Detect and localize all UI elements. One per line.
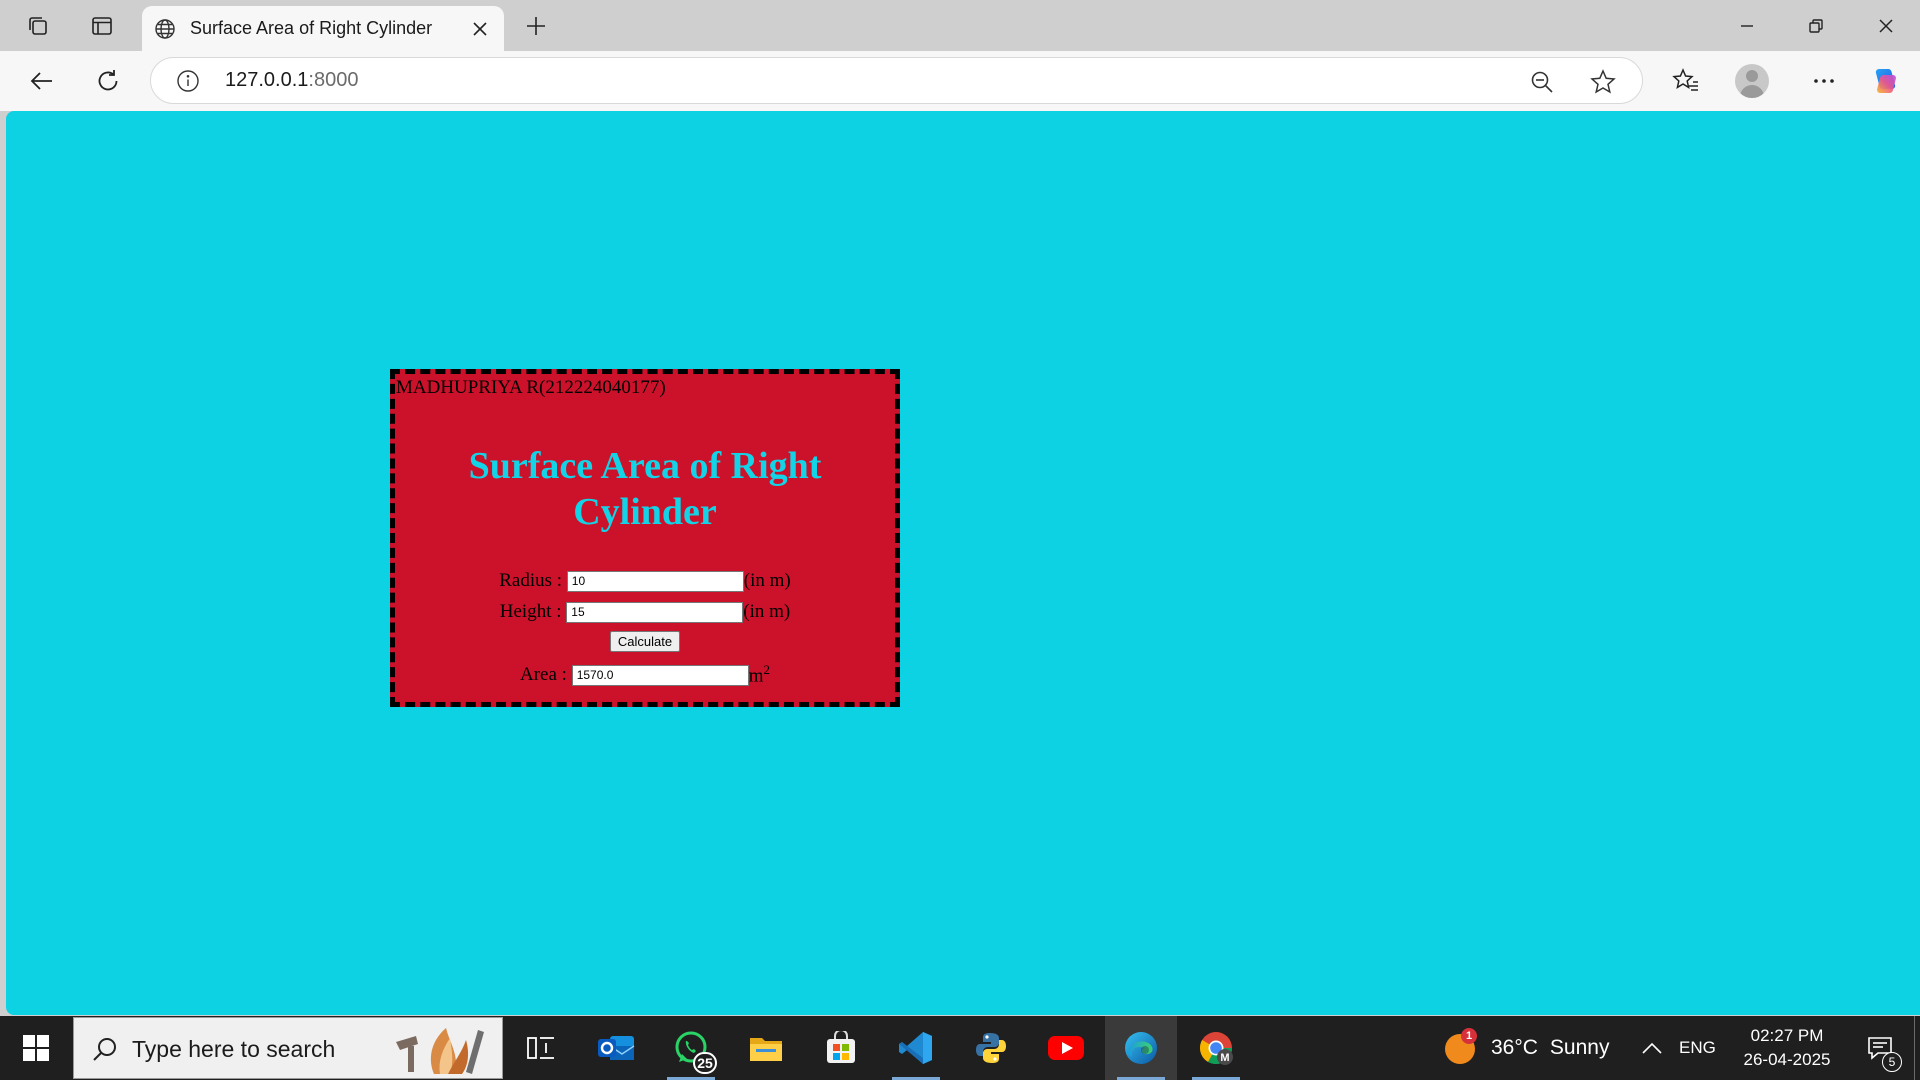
task-view-button[interactable]: [505, 1016, 577, 1080]
ellipsis-icon: [1814, 79, 1834, 83]
clock-time: 02:27 PM: [1750, 1026, 1824, 1045]
taskbar-youtube[interactable]: [1030, 1016, 1102, 1080]
star-icon[interactable]: [1588, 67, 1618, 97]
whatsapp-badge: 25: [693, 1052, 717, 1074]
calculator-card: MADHUPRIYA R(212224040177) Surface Area …: [390, 369, 900, 707]
area-row: Area : m2: [395, 662, 895, 687]
browser-toolbar: 127.0.0.1:8000: [0, 51, 1920, 111]
weather-widget[interactable]: 1 36°C Sunny: [1445, 1016, 1609, 1080]
site-info-icon[interactable]: [175, 68, 201, 94]
area-unit-exponent: 2: [763, 662, 770, 678]
start-button[interactable]: [0, 1016, 72, 1080]
window-close-button[interactable]: [1852, 0, 1920, 51]
tab-active[interactable]: Surface Area of Right Cylinder: [142, 6, 504, 51]
tab-close-button[interactable]: [466, 15, 494, 43]
area-output[interactable]: [571, 664, 749, 686]
edge-icon: [1125, 1032, 1157, 1064]
show-desktop-button[interactable]: [1914, 1016, 1920, 1080]
language-indicator[interactable]: ENG: [1679, 1016, 1716, 1080]
weather-temperature: 36°C: [1491, 1036, 1538, 1059]
folder-icon: [750, 1038, 782, 1061]
windows-taskbar: Type here to search 25 M 1 36°C Sunny EN…: [0, 1016, 1920, 1080]
tab-actions-button[interactable]: [82, 8, 122, 44]
tab-actions-icon: [92, 17, 112, 35]
plus-icon: [527, 17, 545, 35]
restore-button[interactable]: [1782, 0, 1850, 51]
taskbar-whatsapp[interactable]: 25: [655, 1016, 727, 1080]
restore-icon: [1809, 18, 1823, 33]
python-icon: [976, 1033, 1006, 1063]
calculate-row: Calculate: [395, 629, 895, 653]
address-bar[interactable]: 127.0.0.1:8000: [150, 57, 1643, 104]
new-tab-button[interactable]: [516, 8, 556, 44]
minimize-button[interactable]: [1713, 0, 1781, 51]
globe-icon: [152, 16, 178, 42]
taskbar-search-box[interactable]: Type here to search: [73, 1017, 503, 1079]
copilot-button[interactable]: [1866, 61, 1906, 101]
task-view-icon: [527, 1037, 554, 1059]
reload-button[interactable]: [88, 61, 128, 101]
weather-condition: Sunny: [1549, 1036, 1610, 1059]
search-placeholder: Type here to search: [132, 1036, 336, 1062]
show-hidden-icons-button[interactable]: [1641, 1016, 1663, 1080]
store-icon: [827, 1031, 855, 1063]
tab-title: Surface Area of Right Cylinder: [190, 18, 433, 38]
search-highlight-art-icon: [396, 1028, 484, 1074]
taskbar-outlook[interactable]: [580, 1016, 652, 1080]
profile-avatar[interactable]: [1735, 64, 1769, 98]
clock-date: 26-04-2025: [1743, 1050, 1831, 1069]
language-text: ENG: [1679, 1038, 1716, 1057]
calculate-button[interactable]: Calculate: [609, 630, 681, 652]
notification-center-button[interactable]: 5: [1854, 1016, 1906, 1080]
windows-logo-icon: [23, 1035, 49, 1061]
height-input[interactable]: [566, 601, 744, 623]
minimize-icon: [1741, 24, 1753, 27]
radius-row: Radius : (in m): [395, 569, 895, 593]
chevron-up-icon: [1642, 1042, 1662, 1054]
back-button[interactable]: [22, 61, 62, 101]
browser-tab-strip: Surface Area of Right Cylinder: [0, 0, 1920, 51]
outlook-icon: [598, 1036, 635, 1060]
height-row: Height : (in m): [395, 600, 895, 624]
page-title: Surface Area of Right Cylinder: [468, 445, 822, 533]
weather-alert-badge: 1: [1461, 1028, 1477, 1044]
close-icon: [473, 22, 487, 36]
radius-label: Radius :: [499, 570, 567, 591]
workspaces-icon: [29, 17, 47, 35]
weather-sun-icon: 1: [1445, 1028, 1477, 1064]
area-label: Area :: [520, 664, 572, 685]
youtube-icon: [1048, 1036, 1084, 1060]
taskbar-vscode[interactable]: [880, 1016, 952, 1080]
area-unit: m2: [748, 662, 770, 687]
favorites-button[interactable]: [1666, 61, 1706, 101]
notification-count: 5: [1882, 1052, 1902, 1072]
taskbar-file-explorer[interactable]: [730, 1016, 802, 1080]
student-name-id: MADHUPRIYA R(212224040177): [396, 377, 666, 398]
reload-icon: [98, 70, 118, 91]
taskbar-edge[interactable]: [1105, 1016, 1177, 1080]
close-icon: [1879, 18, 1893, 33]
favorites-icon: [1672, 68, 1698, 91]
search-icon: [90, 1034, 120, 1064]
more-menu-button[interactable]: [1804, 61, 1844, 101]
vscode-icon: [899, 1032, 932, 1064]
copilot-icon: [1875, 69, 1896, 93]
url-text: 127.0.0.1:8000: [225, 69, 359, 91]
taskbar-chrome[interactable]: M: [1180, 1016, 1252, 1080]
page-viewport: MADHUPRIYA R(212224040177) Surface Area …: [6, 111, 1920, 1015]
height-label: Height :: [499, 601, 567, 622]
chrome-icon: M: [1199, 1032, 1233, 1065]
workspaces-button[interactable]: [18, 8, 58, 44]
taskbar-microsoft-store[interactable]: [805, 1016, 877, 1080]
zoom-out-icon[interactable]: [1528, 68, 1556, 96]
radius-unit: (in m): [743, 570, 791, 591]
arrow-left-icon: [30, 72, 52, 90]
taskbar-clock[interactable]: 02:27 PM 26-04-2025: [1732, 1024, 1842, 1072]
chrome-profile-letter: M: [1220, 1052, 1229, 1064]
radius-input[interactable]: [566, 570, 744, 592]
height-unit: (in m): [743, 601, 791, 622]
taskbar-python[interactable]: [955, 1016, 1027, 1080]
